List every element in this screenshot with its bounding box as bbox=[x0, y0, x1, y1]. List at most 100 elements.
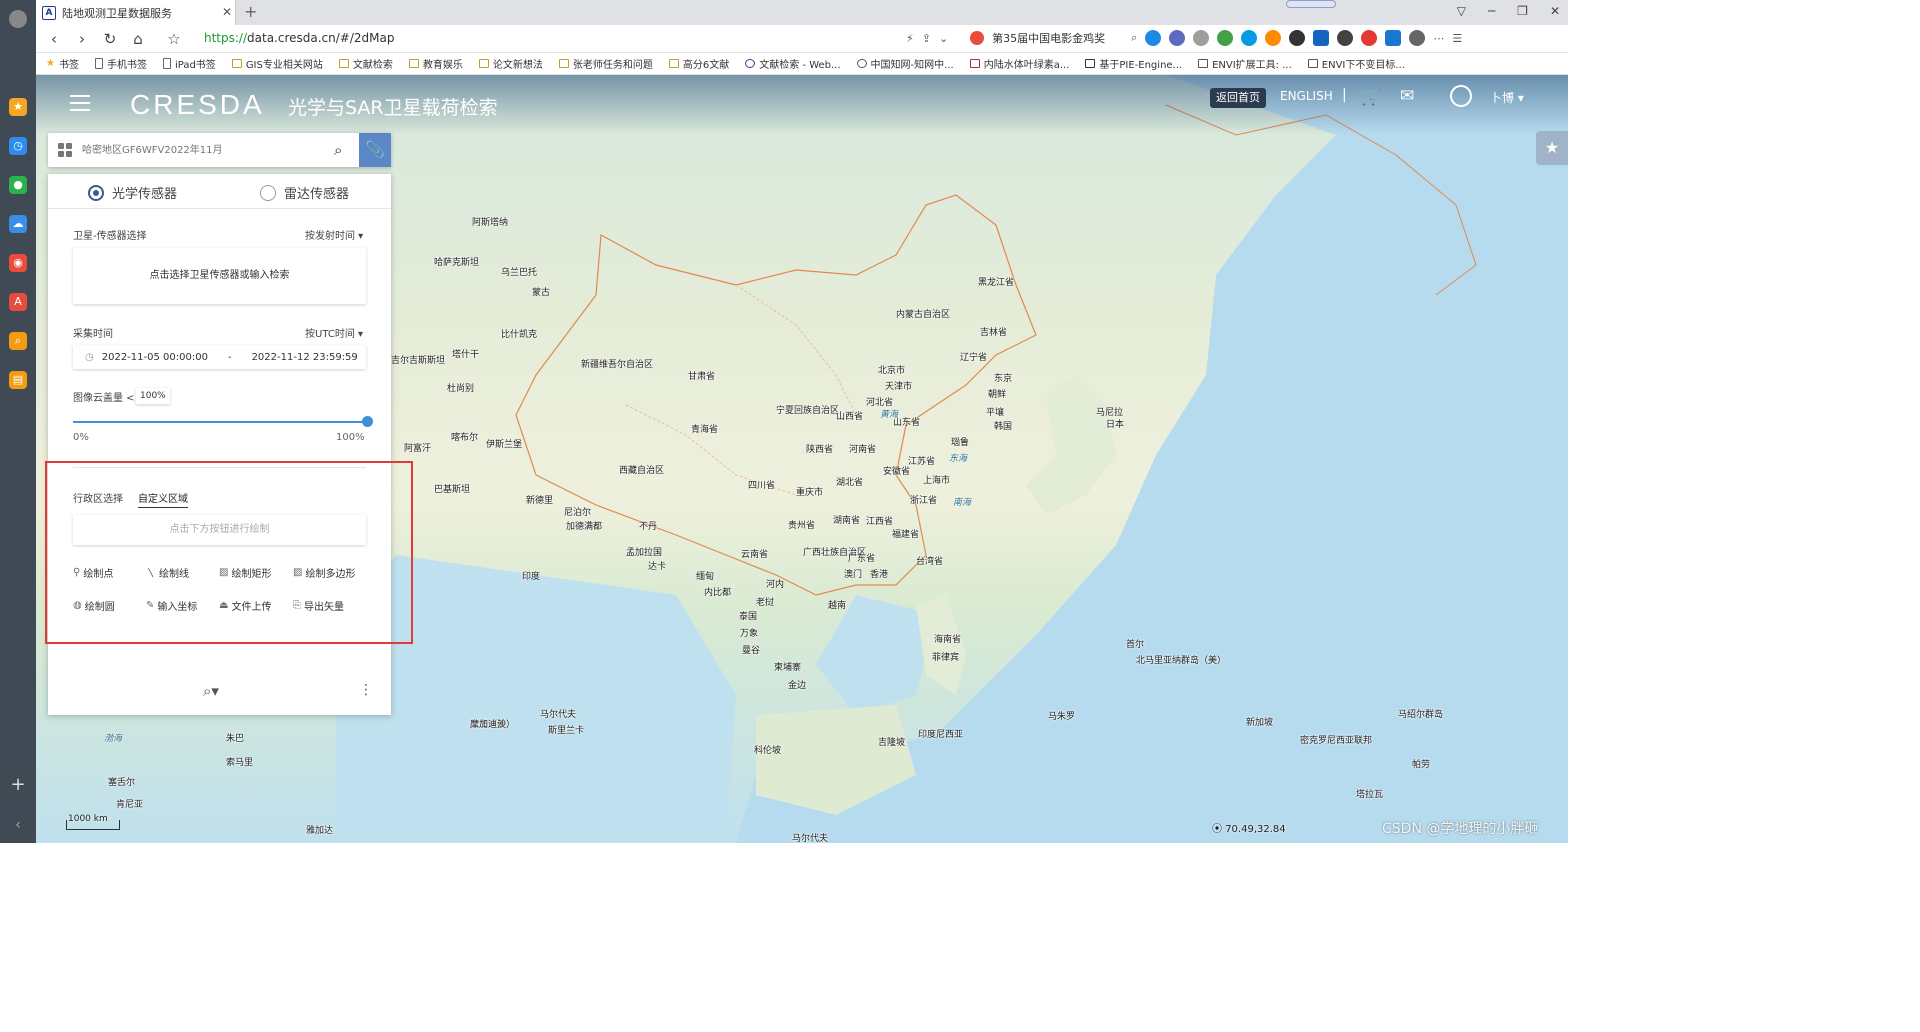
extension-v-icon[interactable] bbox=[1385, 30, 1402, 46]
map-place-label: 宁夏回族自治区 bbox=[776, 406, 840, 416]
dropdown-icon[interactable]: ⌄ bbox=[939, 32, 948, 45]
attachment-button[interactable]: 📎 bbox=[359, 133, 391, 167]
bookmark-folder[interactable]: 文献检索 bbox=[338, 56, 393, 71]
bookmark-folder[interactable]: 教育娱乐 bbox=[408, 56, 463, 71]
map-place-label: 马尔代夫 bbox=[540, 710, 577, 720]
url-field[interactable]: https://data.cresda.cn/#/2dMap bbox=[204, 31, 394, 45]
extension-gear-icon[interactable] bbox=[1193, 30, 1210, 46]
map-place-label: 韩国 bbox=[994, 422, 1013, 432]
map-place-label: 天津市 bbox=[885, 382, 913, 392]
reader-app-icon[interactable]: ▤ bbox=[9, 371, 27, 389]
japan-land bbox=[1026, 375, 1116, 515]
new-tab-button[interactable]: + bbox=[244, 2, 257, 21]
bookmark-item[interactable]: 内陆水体叶绿素a... bbox=[969, 56, 1069, 71]
browser-mode-indicator[interactable] bbox=[1286, 0, 1336, 8]
english-link[interactable]: ENGLISH bbox=[1280, 89, 1333, 103]
user-avatar-icon[interactable] bbox=[1450, 85, 1472, 107]
bookmark-folder[interactable]: GIS专业相关网站 bbox=[231, 56, 323, 71]
extension-infinity-icon[interactable] bbox=[1145, 30, 1162, 46]
extension-bird-icon[interactable] bbox=[1169, 30, 1186, 46]
cresda-logo[interactable]: CRESDA bbox=[130, 89, 265, 121]
extension-game-icon[interactable] bbox=[1265, 30, 1282, 46]
lightning-icon[interactable]: ⚡ bbox=[906, 32, 914, 45]
radio-optical[interactable]: 光学传感器 bbox=[88, 183, 177, 202]
extension-flower-icon[interactable] bbox=[1217, 30, 1234, 46]
weibo-icon[interactable]: ◉ bbox=[9, 254, 27, 272]
search-icon[interactable]: ⌕ bbox=[1131, 31, 1137, 45]
menu-icon[interactable] bbox=[70, 95, 90, 111]
pin-icon[interactable]: ▽ bbox=[1457, 4, 1466, 18]
search-app-icon[interactable]: ⌕ bbox=[9, 332, 27, 350]
time-start[interactable]: 2022-11-05 00:00:00 bbox=[102, 352, 208, 363]
extension-vn-icon[interactable] bbox=[1313, 30, 1330, 46]
browser-menu-icon[interactable]: ☰ bbox=[1452, 32, 1462, 45]
collapse-dock-icon[interactable]: ‹ bbox=[9, 816, 27, 834]
favorites-star-button[interactable]: ★ bbox=[1536, 131, 1568, 165]
extension-evernote-icon[interactable] bbox=[1289, 30, 1306, 46]
bookmark-item[interactable]: iPad书签 bbox=[162, 56, 216, 71]
map-place-label: 渤海 bbox=[104, 734, 123, 744]
extension-weibo-icon[interactable] bbox=[1361, 30, 1378, 46]
time-end[interactable]: 2022-11-12 23:59:59 bbox=[252, 352, 358, 363]
extension-tool-icon[interactable] bbox=[1409, 30, 1426, 46]
more-options-icon[interactable]: ⋮ bbox=[359, 682, 373, 698]
map-place-label: 新德里 bbox=[526, 496, 554, 506]
bookmark-item[interactable]: 手机书签 bbox=[94, 56, 147, 71]
pdf-icon[interactable]: A bbox=[9, 293, 27, 311]
back-button[interactable]: ‹ bbox=[40, 30, 68, 48]
search-icon[interactable]: ⌕ bbox=[334, 141, 342, 159]
minimize-button[interactable]: ─ bbox=[1488, 4, 1495, 18]
bookmark-item[interactable]: ENVI下不变目标... bbox=[1307, 56, 1405, 71]
search-input[interactable] bbox=[82, 142, 322, 158]
bookmark-folder[interactable]: 张老师任务和问题 bbox=[558, 56, 653, 71]
extension-edge-icon[interactable] bbox=[1241, 30, 1258, 46]
hot-search-text[interactable]: 第35届中国电影金鸡奖 bbox=[992, 30, 1105, 46]
mail-icon[interactable]: ✉ bbox=[1400, 86, 1414, 106]
bookmark-folder[interactable]: 高分6文献 bbox=[668, 56, 729, 71]
home-button[interactable]: ⌂ bbox=[124, 30, 152, 48]
extension-bulb-icon[interactable] bbox=[1337, 30, 1354, 46]
user-name[interactable]: 卜博 ▾ bbox=[1490, 89, 1524, 106]
bookmark-item[interactable]: 中国知网-知网中... bbox=[856, 56, 954, 71]
clock-icon: ◷ bbox=[85, 351, 94, 363]
apps-grid-icon[interactable] bbox=[58, 143, 72, 157]
bookmark-star-icon[interactable]: ☆ bbox=[160, 30, 188, 48]
radio-unchecked-icon bbox=[260, 184, 276, 201]
radio-radar[interactable]: 雷达传感器 bbox=[260, 183, 349, 202]
tab-close-icon[interactable]: ✕ bbox=[222, 5, 232, 19]
time-range-picker[interactable]: ◷ 2022-11-05 00:00:00 - 2022-11-12 23:59… bbox=[73, 345, 366, 369]
cloud-app-icon[interactable]: ☁ bbox=[9, 215, 27, 233]
bookmark-item[interactable]: 文献检索 - Web... bbox=[745, 56, 841, 71]
restore-button[interactable]: ❐ bbox=[1517, 4, 1528, 18]
clock-app-icon[interactable]: ◷ bbox=[9, 137, 27, 155]
more-menu-icon[interactable]: ⋯ bbox=[1433, 32, 1444, 45]
back-home-button[interactable]: 返回首页 bbox=[1210, 88, 1266, 108]
cloud-slider-handle[interactable] bbox=[362, 416, 373, 427]
map-place-label: 塔什干 bbox=[452, 350, 480, 360]
star-app-icon[interactable]: ★ bbox=[9, 98, 27, 116]
avatar-icon[interactable] bbox=[9, 10, 27, 28]
cloud-value-field[interactable]: 100% bbox=[136, 388, 170, 404]
close-window-button[interactable]: ✕ bbox=[1550, 4, 1560, 18]
site-title: 光学与SAR卫星载荷检索 bbox=[288, 97, 498, 119]
divider bbox=[48, 208, 391, 209]
cart-icon[interactable]: 🛒 bbox=[1360, 87, 1381, 107]
bookmark-folder[interactable]: 论文新想法 bbox=[478, 56, 543, 71]
add-app-icon[interactable]: + bbox=[9, 776, 27, 794]
bookmark-item[interactable]: ★ 书签 bbox=[46, 56, 79, 71]
forward-button[interactable]: › bbox=[68, 30, 96, 48]
time-sort-dropdown[interactable]: 按UTC时间 ▾ bbox=[305, 325, 363, 340]
search-submit-button[interactable]: ⌕▾ bbox=[203, 682, 219, 700]
map-place-label: 浙江省 bbox=[910, 496, 938, 506]
reload-button[interactable]: ↻ bbox=[96, 30, 124, 48]
sensor-select-box[interactable]: 点击选择卫星传感器或输入检索 bbox=[73, 248, 366, 304]
share-icon[interactable]: ⇪ bbox=[922, 32, 931, 45]
map-place-label: 老挝 bbox=[756, 598, 775, 608]
map-place-label: 塞舌尔 bbox=[108, 778, 136, 788]
bookmark-item[interactable]: 基于PIE-Engine... bbox=[1085, 56, 1182, 71]
wechat-icon[interactable]: ● bbox=[9, 176, 27, 194]
sensor-sort-dropdown[interactable]: 按发射时间 ▾ bbox=[305, 227, 363, 242]
bookmark-item[interactable]: ENVI扩展工具: ... bbox=[1198, 56, 1292, 71]
cloud-slider-track[interactable] bbox=[73, 421, 366, 423]
tab-active[interactable]: A 陆地观测卫星数据服务 bbox=[36, 0, 236, 25]
